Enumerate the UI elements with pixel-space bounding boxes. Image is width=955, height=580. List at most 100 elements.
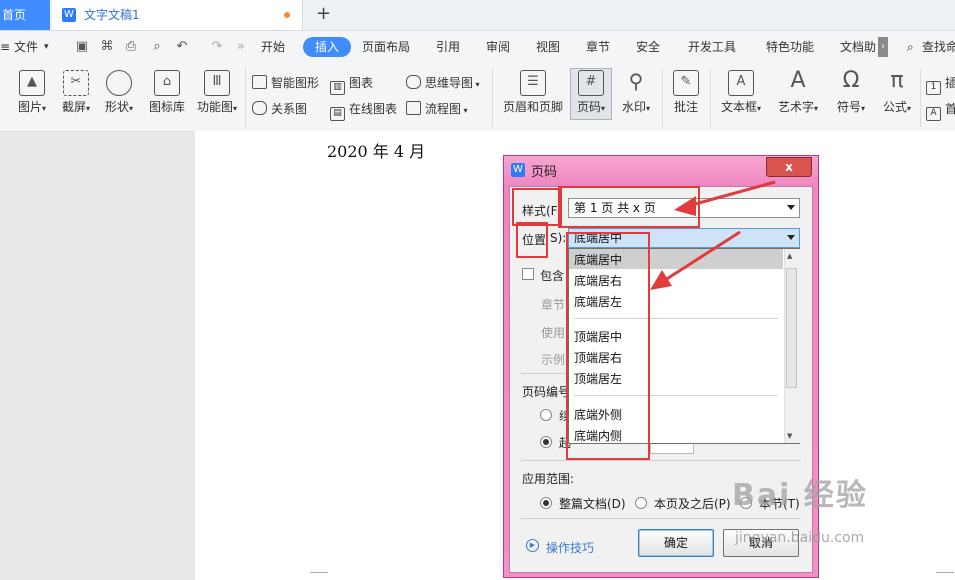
annotation-arrows — [650, 180, 776, 290]
dialog-title: 页码 — [531, 165, 558, 180]
chart-button[interactable]: ▥ 图表 — [330, 74, 373, 95]
apply-whole-radio[interactable] — [540, 497, 552, 509]
position-label-shortcut: S): — [550, 231, 567, 245]
include-checkbox[interactable] — [522, 268, 534, 280]
baidu-watermark: Bai 经验 — [732, 478, 868, 513]
menu-special[interactable]: 特色功能 — [766, 31, 814, 63]
icon-library-button[interactable]: ⌂ 图标库 — [147, 70, 187, 115]
margin-marker — [936, 572, 954, 573]
menu-view[interactable]: 视图 — [536, 31, 560, 63]
menu-dev-tools[interactable]: 开发工具 — [688, 31, 736, 63]
watermark-button[interactable]: ⚲ 水印▾ — [616, 70, 656, 115]
menu-insert[interactable]: 插入 — [303, 37, 352, 57]
search-command[interactable]: 查找命 — [922, 31, 955, 63]
arrow-head — [650, 270, 672, 290]
page-number-button[interactable]: # 页码▾ — [571, 70, 611, 115]
numbering-start-radio[interactable] — [540, 436, 552, 448]
format-painter-icon[interactable]: ⌘ — [100, 40, 114, 54]
undo-icon[interactable]: ↶ — [175, 40, 189, 54]
play-circle-icon[interactable]: ▶ — [526, 539, 539, 552]
menu-doc-assistant[interactable]: 文档助 — [840, 31, 876, 63]
first-letter-button[interactable]: A首 — [926, 100, 955, 121]
art-text-button[interactable]: A 艺术字▾ — [772, 70, 824, 115]
menu-review[interactable]: 审阅 — [486, 31, 510, 63]
document-text[interactable]: 2020 年 4 月 — [327, 138, 425, 162]
mind-map-button[interactable]: 思维导图 ▾ — [406, 74, 480, 91]
apply-after-radio[interactable] — [635, 497, 647, 509]
divider — [521, 460, 801, 461]
drop-cap-icon: A — [926, 107, 941, 121]
save-icon[interactable]: ▣ — [75, 40, 89, 54]
smart-graphic-button[interactable]: 智能图形 — [252, 74, 319, 91]
ribbon-separator — [492, 69, 493, 127]
art-text-icon: A — [790, 68, 806, 93]
bar-chart-icon: ▥ — [330, 81, 345, 95]
ribbon-separator — [662, 69, 663, 127]
tab-document[interactable]: W 文字文稿1 — [52, 0, 303, 30]
comment-button[interactable]: ✎ 批注 — [668, 70, 704, 115]
symbol-button[interactable]: Ω 符号▾ — [832, 70, 870, 115]
tab-home[interactable]: 首页 — [0, 0, 50, 30]
menu-references[interactable]: 引用 — [436, 31, 460, 63]
watermark-icon: ⚲ — [628, 69, 644, 93]
wps-logo-icon: W — [511, 163, 525, 177]
writer-doc-icon: W — [62, 8, 76, 22]
example-label: 示例 — [541, 353, 566, 367]
margin-marker — [310, 572, 328, 573]
icon-library-icon: ⌂ — [154, 70, 180, 96]
tab-document-title: 文字文稿1 — [84, 8, 140, 22]
page-numbering-label: 页码编号 — [522, 385, 571, 399]
watermark-url: jingyan.baidu.com — [735, 530, 865, 546]
number-icon: 1 — [926, 81, 941, 95]
chevron-right-icon[interactable]: › — [878, 37, 888, 57]
divider — [521, 373, 569, 374]
apply-whole-label: 整篇文档(D) — [559, 497, 626, 511]
apply-after-label: 本页及之后(P) — [654, 497, 731, 511]
ribbon-separator — [920, 69, 921, 127]
relation-chart-button[interactable]: 关系图 — [252, 100, 307, 117]
hamburger-icon[interactable]: ≡ — [0, 31, 10, 63]
omega-icon: Ω — [842, 68, 860, 93]
menu-start[interactable]: 开始 — [261, 31, 285, 63]
divider — [521, 518, 801, 519]
menu-chapter[interactable]: 章节 — [586, 31, 610, 63]
include-label: 包含 — [540, 269, 565, 283]
text-box-icon: A — [728, 70, 754, 96]
ok-button[interactable]: 确定 — [638, 529, 714, 557]
page-number-icon: # — [578, 70, 604, 96]
smart-graphic-icon — [252, 75, 267, 89]
menu-page-layout[interactable]: 页面布局 — [362, 31, 410, 63]
redo-icon[interactable]: ↷ — [210, 40, 224, 54]
new-tab-button[interactable]: + — [316, 3, 331, 24]
print-preview-icon[interactable]: ⌕ — [150, 40, 164, 54]
arrow-line — [661, 230, 741, 284]
chevron-down-icon[interactable]: ▾ — [44, 31, 49, 63]
insert-extra-button[interactable]: 1插 — [926, 74, 955, 95]
flowchart-button[interactable]: 流程图 ▾ — [406, 100, 468, 117]
menu-file[interactable]: 文件 — [14, 31, 38, 63]
function-chart-button[interactable]: Ⅲ 功能图▾ — [194, 70, 240, 115]
more-icon[interactable]: » — [234, 40, 248, 54]
apply-range-label: 应用范围: — [522, 472, 575, 486]
search-icon[interactable]: ⌕ — [907, 31, 914, 63]
relation-chart-icon — [252, 101, 267, 115]
tips-link[interactable]: 操作技巧 — [546, 539, 594, 556]
text-box-button[interactable]: A 文本框▾ — [716, 70, 766, 115]
chapter-label: 章节 — [541, 298, 566, 312]
ribbon-separator — [710, 69, 711, 127]
function-chart-icon: Ⅲ — [204, 70, 230, 96]
mind-map-icon — [406, 75, 421, 89]
shape-button[interactable]: 形状▾ — [101, 70, 137, 115]
numbering-continue-radio[interactable] — [540, 409, 552, 421]
screenshot-button[interactable]: ✂ 截屏▾ — [58, 70, 94, 115]
print-icon[interactable]: ⎙ — [124, 40, 138, 54]
header-footer-icon: ☰ — [520, 70, 546, 96]
annotation-box-position — [516, 222, 548, 258]
screenshot-icon: ✂ — [63, 70, 89, 96]
scroll-down-icon[interactable]: ▼ — [787, 432, 792, 440]
picture-button[interactable]: ▲ 图片▾ — [12, 70, 52, 115]
online-chart-button[interactable]: ▤ 在线图表 — [330, 100, 397, 121]
header-footer-button[interactable]: ☰ 页眉和页脚 — [500, 70, 566, 115]
formula-button[interactable]: π 公式▾ — [878, 70, 916, 115]
menu-security[interactable]: 安全 — [636, 31, 660, 63]
